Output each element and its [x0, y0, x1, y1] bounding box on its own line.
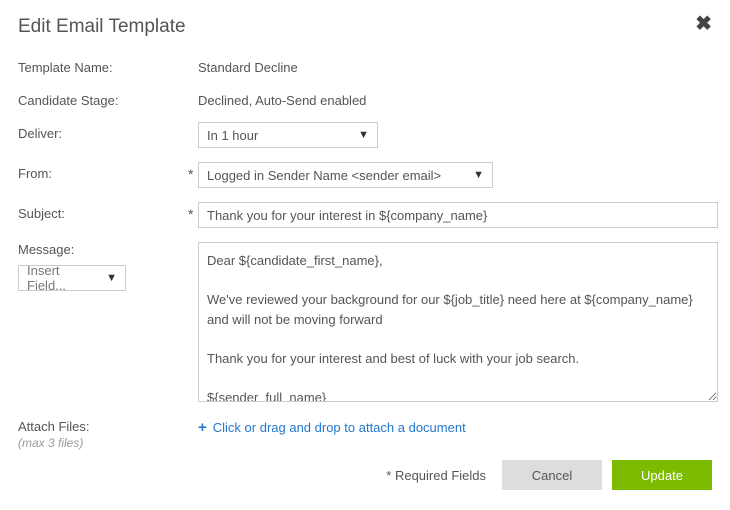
- from-select[interactable]: Logged in Sender Name <sender email> ▼: [198, 162, 493, 188]
- chevron-down-icon: ▼: [358, 129, 369, 141]
- row-message: Message: Insert Field... ▼: [18, 242, 712, 405]
- from-field: Logged in Sender Name <sender email> ▼: [198, 162, 712, 188]
- req-spacer: [188, 56, 198, 60]
- attach-label-col: Attach Files: (max 3 files): [18, 419, 188, 450]
- attach-label: Attach Files:: [18, 419, 188, 434]
- subject-required: *: [188, 202, 198, 222]
- row-from: From: * Logged in Sender Name <sender em…: [18, 162, 712, 188]
- chevron-down-icon: ▼: [106, 272, 117, 284]
- message-field: [198, 242, 718, 405]
- insert-field-value: Insert Field...: [27, 263, 98, 293]
- deliver-select-value: In 1 hour: [207, 128, 258, 143]
- plus-icon: +: [198, 419, 207, 436]
- subject-field: [198, 202, 718, 228]
- template-name-label: Template Name:: [18, 56, 188, 75]
- row-deliver: Deliver: In 1 hour ▼: [18, 122, 712, 148]
- attach-dropzone[interactable]: + Click or drag and drop to attach a doc…: [198, 419, 466, 436]
- template-name-value: Standard Decline: [198, 56, 712, 75]
- modal-title: Edit Email Template: [18, 16, 712, 38]
- from-select-value: Logged in Sender Name <sender email>: [207, 168, 441, 183]
- subject-label: Subject:: [18, 202, 188, 221]
- insert-field-select[interactable]: Insert Field... ▼: [18, 265, 126, 291]
- deliver-select[interactable]: In 1 hour ▼: [198, 122, 378, 148]
- req-spacer: [188, 122, 198, 126]
- req-spacer: [188, 89, 198, 93]
- row-template-name: Template Name: Standard Decline: [18, 56, 712, 75]
- req-spacer: [188, 242, 198, 246]
- attach-field: + Click or drag and drop to attach a doc…: [198, 419, 712, 436]
- message-label-col: Message: Insert Field... ▼: [18, 242, 188, 291]
- edit-email-template-modal: ✖ Edit Email Template Template Name: Sta…: [0, 0, 730, 510]
- cancel-button[interactable]: Cancel: [502, 460, 602, 490]
- update-button[interactable]: Update: [612, 460, 712, 490]
- row-subject: Subject: *: [18, 202, 712, 228]
- modal-footer: * Required Fields Cancel Update: [18, 460, 712, 490]
- row-candidate-stage: Candidate Stage: Declined, Auto-Send ena…: [18, 89, 712, 108]
- candidate-stage-value: Declined, Auto-Send enabled: [198, 89, 712, 108]
- deliver-label: Deliver:: [18, 122, 188, 141]
- from-required: *: [188, 162, 198, 182]
- message-textarea[interactable]: [198, 242, 718, 402]
- message-label: Message:: [18, 242, 188, 257]
- attach-link-text: Click or drag and drop to attach a docum…: [213, 420, 466, 435]
- close-icon[interactable]: ✖: [695, 14, 712, 34]
- row-attach: Attach Files: (max 3 files) + Click or d…: [18, 419, 712, 450]
- req-spacer: [188, 419, 198, 423]
- chevron-down-icon: ▼: [473, 169, 484, 181]
- candidate-stage-label: Candidate Stage:: [18, 89, 188, 108]
- from-label: From:: [18, 162, 188, 181]
- deliver-field: In 1 hour ▼: [198, 122, 712, 148]
- attach-note: (max 3 files): [18, 436, 188, 450]
- required-fields-note: * Required Fields: [386, 468, 486, 483]
- subject-input[interactable]: [198, 202, 718, 228]
